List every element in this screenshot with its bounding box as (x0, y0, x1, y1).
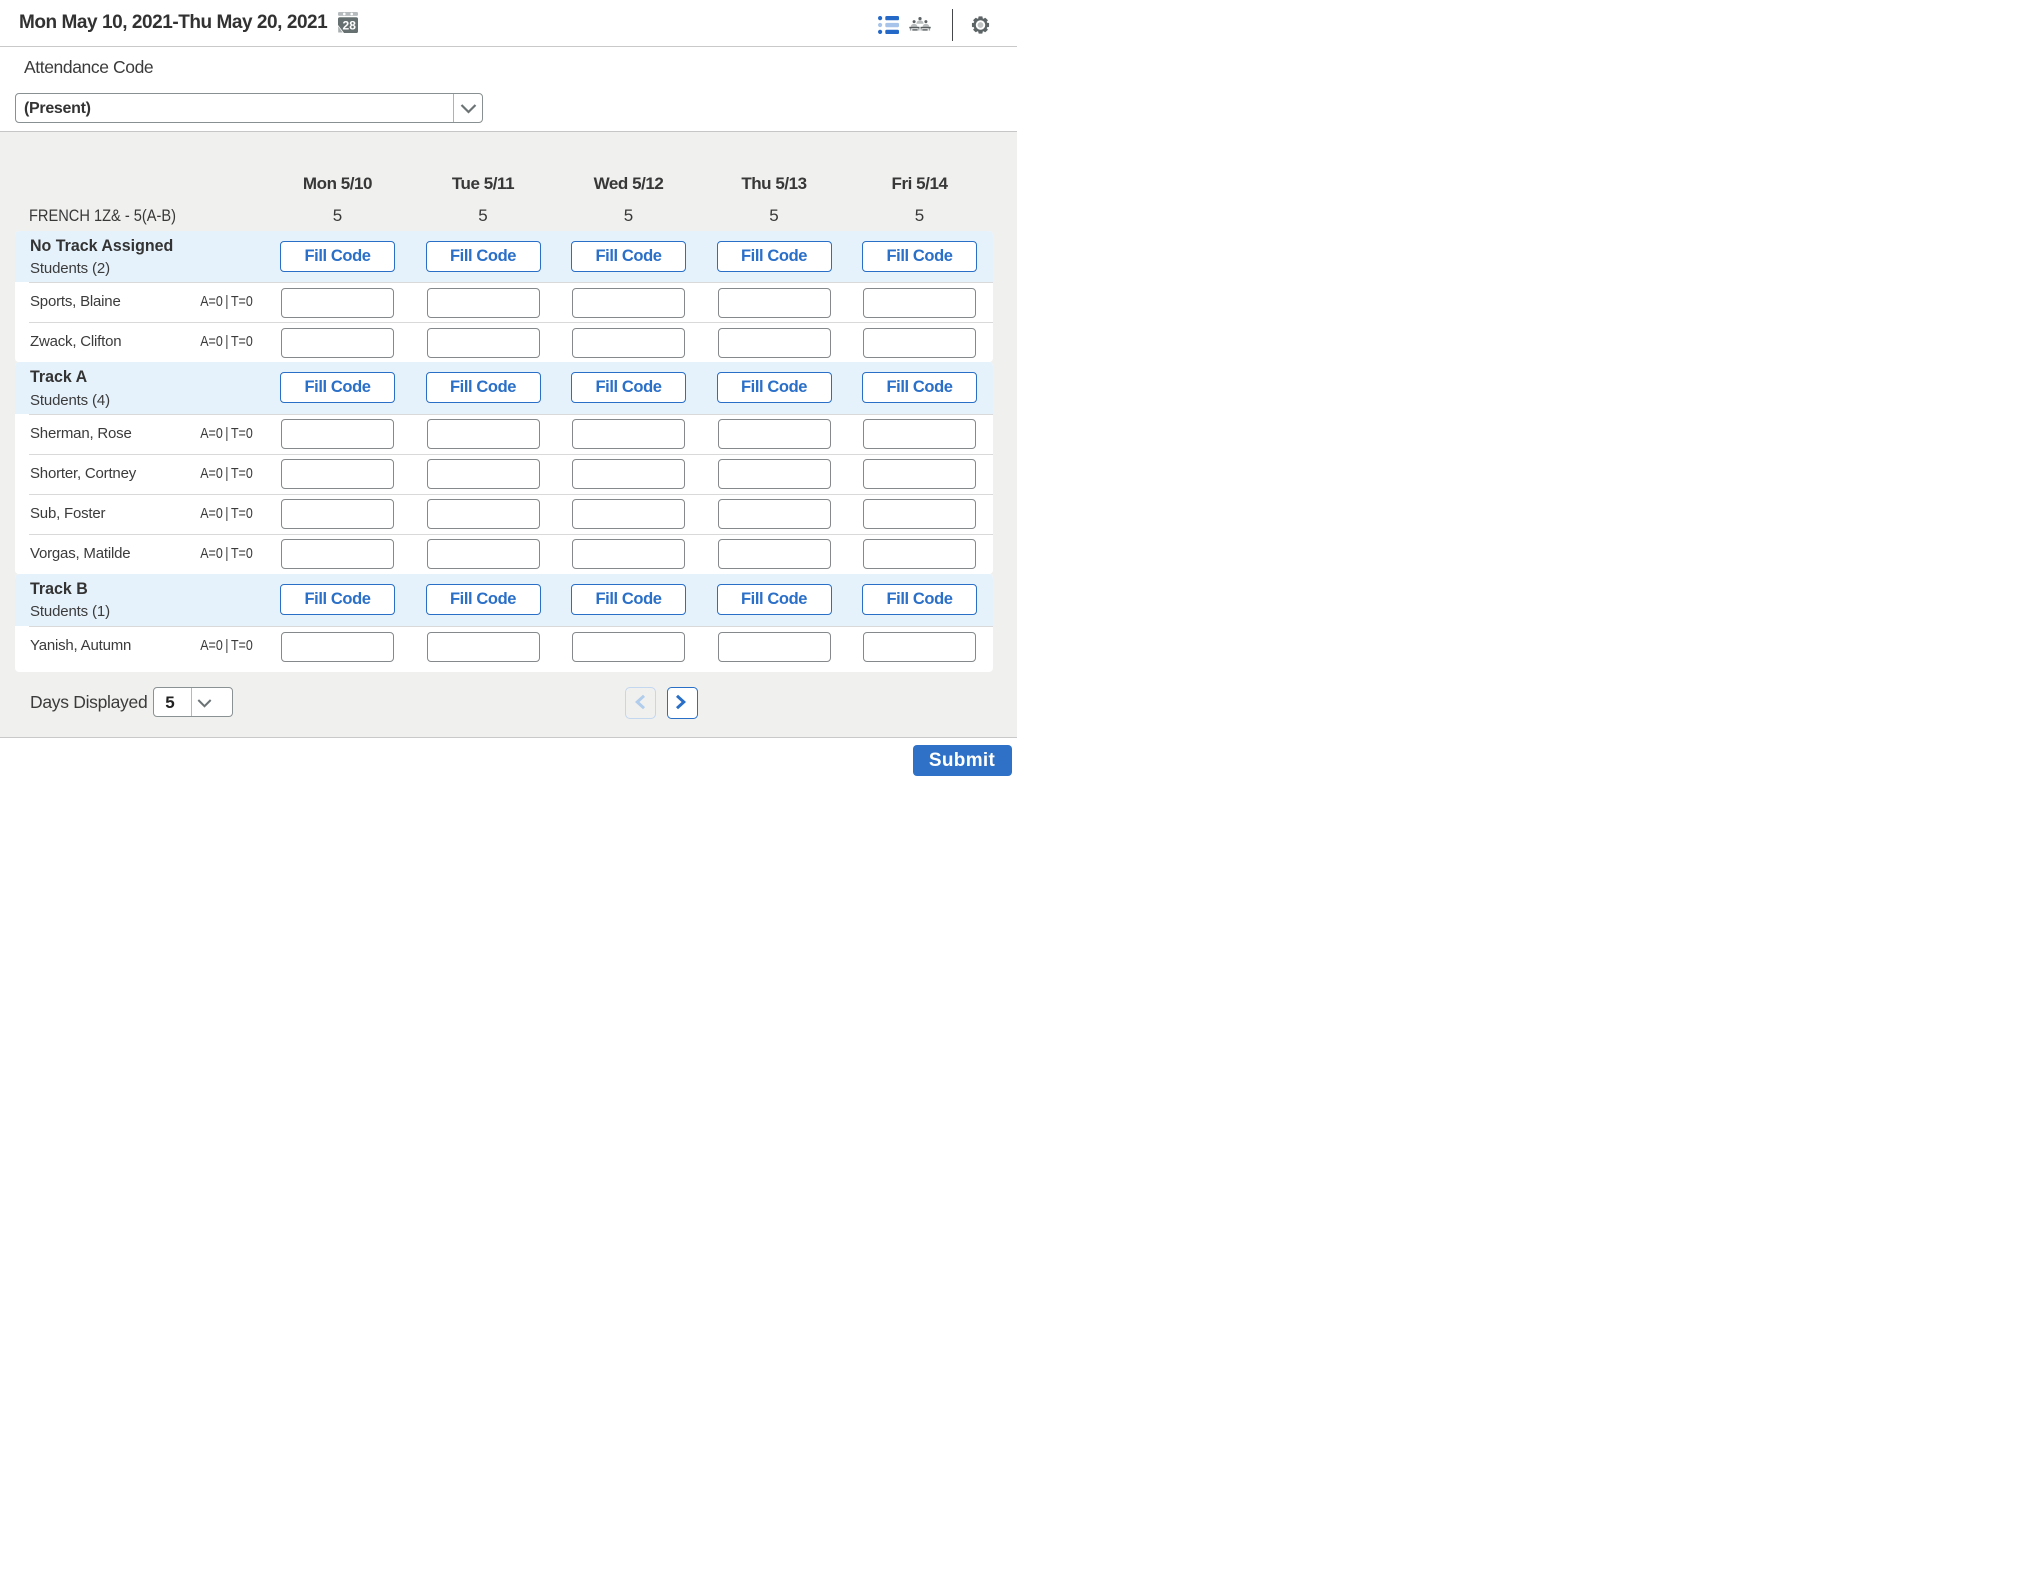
svg-text:28: 28 (343, 19, 357, 33)
